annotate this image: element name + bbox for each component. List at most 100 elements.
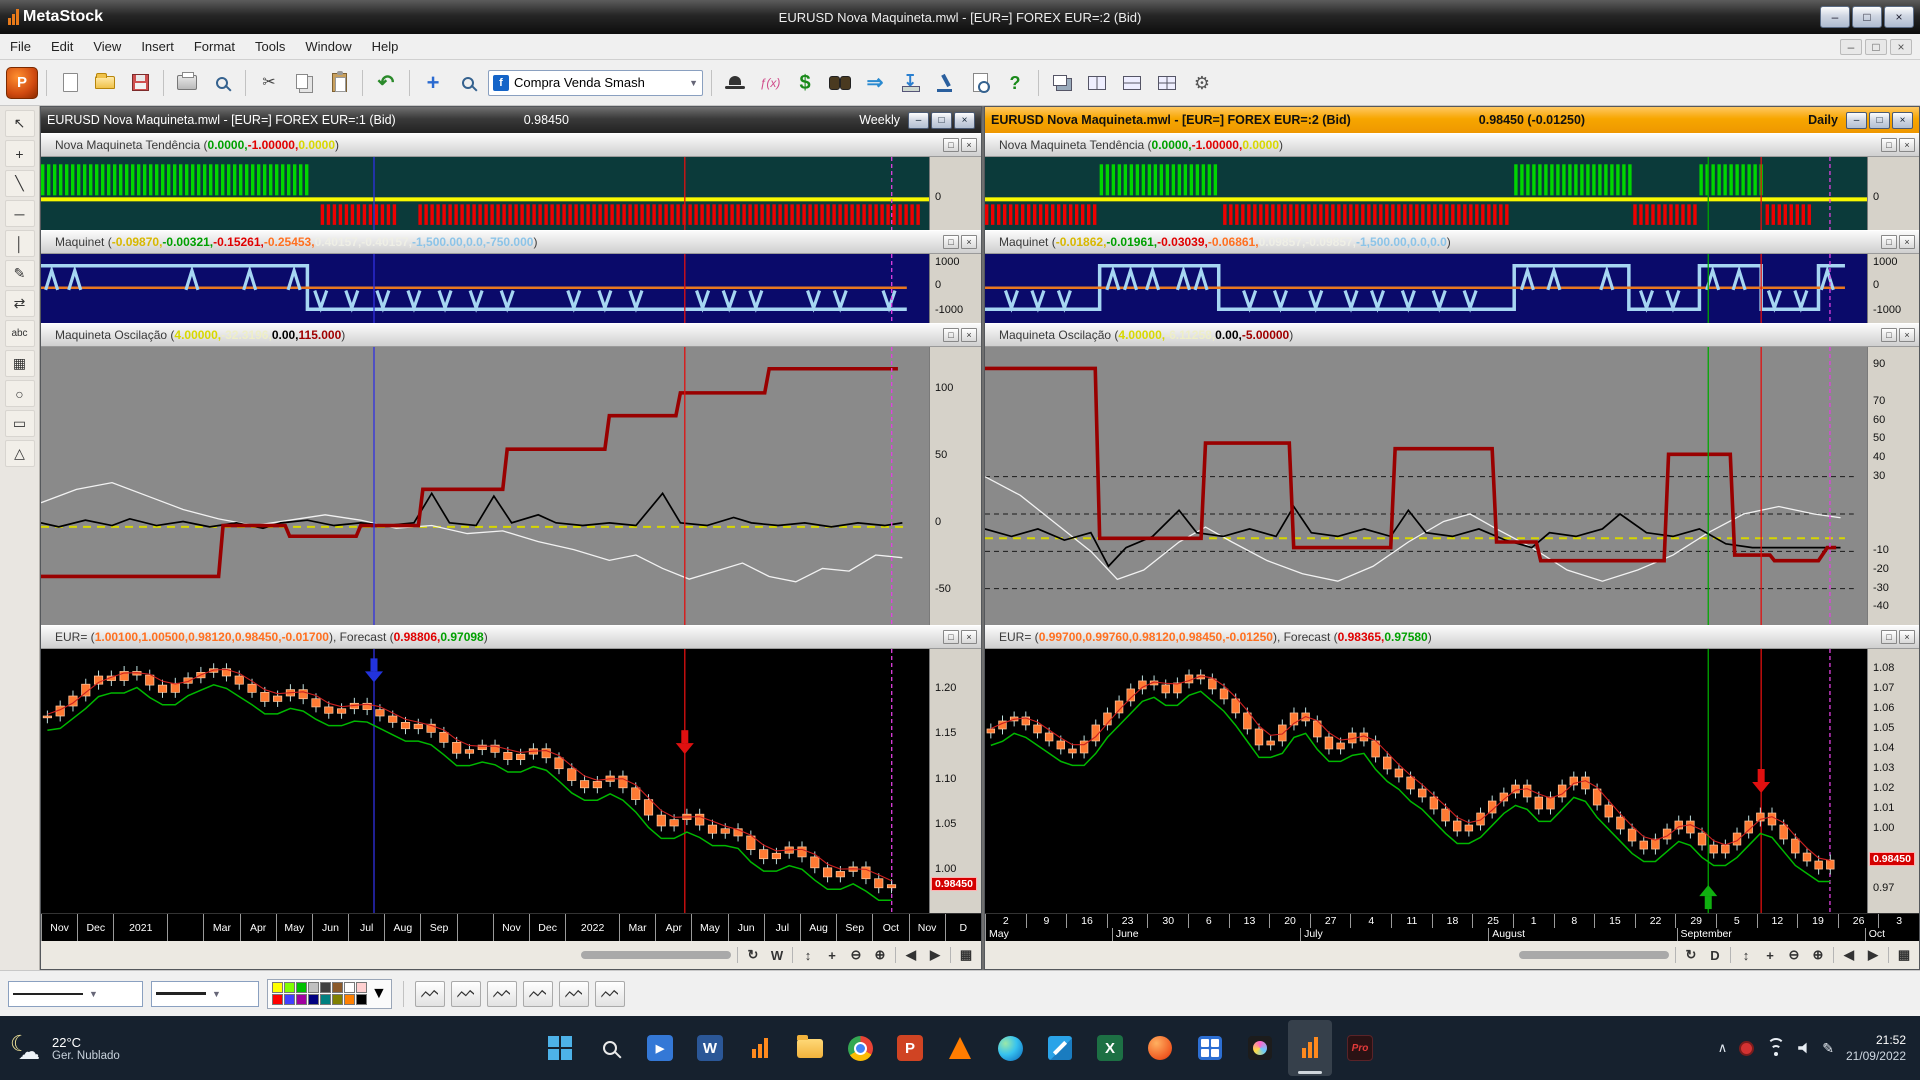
taskbar-app-metastock[interactable] <box>1288 1020 1332 1076</box>
undo-button[interactable]: ↶ <box>371 68 401 98</box>
maximize-button[interactable]: □ <box>1852 6 1882 28</box>
pane-header-3[interactable]: EUR= (1.00100, 1.00500, 0.98120, 0.98450… <box>41 625 981 649</box>
context-help-button[interactable]: ? <box>1000 68 1030 98</box>
refresh-button[interactable]: ↻ <box>1682 947 1700 963</box>
scroll-left-button[interactable]: ◀ <box>902 947 920 963</box>
mdi-restore-button[interactable]: □ <box>1865 38 1887 55</box>
close-button[interactable]: × <box>1884 6 1914 28</box>
taskbar-app-vlc[interactable] <box>938 1020 982 1076</box>
color-swatch[interactable] <box>344 982 355 993</box>
tray-app-icon[interactable] <box>1739 1040 1755 1056</box>
color-palette-dropdown[interactable]: ▼ <box>267 978 392 1009</box>
taskbar-app-photos[interactable] <box>1238 1020 1282 1076</box>
close-button[interactable]: × <box>1892 111 1913 129</box>
color-swatch[interactable] <box>344 994 355 1005</box>
trendline-tool-button[interactable]: ╲ <box>4 170 35 197</box>
color-swatch[interactable] <box>296 994 307 1005</box>
taskbar-app-excel[interactable]: X <box>1088 1020 1132 1076</box>
pane-maximize-button[interactable]: □ <box>943 328 959 342</box>
downloader-button[interactable] <box>895 68 925 98</box>
pane-canvas-1[interactable] <box>41 254 929 323</box>
scroll-right-button[interactable]: ▶ <box>1864 947 1882 963</box>
crosshair-tool-button[interactable]: + <box>4 140 35 167</box>
pane-maximize-button[interactable]: □ <box>1881 630 1897 644</box>
date-axis-right[interactable]: 2 9 16 23 30 6 13 20 27 4 11 18 25 1 8 15 22 29 5 12 19 26 3 Ma… <box>985 913 1919 941</box>
scaling-option-button[interactable] <box>522 980 553 1007</box>
taskbar-app-chart-app[interactable] <box>738 1020 782 1076</box>
cut-button[interactable]: ✂ <box>254 68 284 98</box>
pane-maximize-button[interactable]: □ <box>1881 235 1897 249</box>
pane-close-button[interactable]: × <box>1899 235 1915 249</box>
pane-canvas-2[interactable] <box>985 347 1867 625</box>
maximize-button[interactable]: □ <box>1869 111 1890 129</box>
system-tester-button[interactable]: $ <box>790 68 820 98</box>
pen-icon[interactable]: ✎ <box>1822 1040 1834 1057</box>
line-weight-dropdown[interactable]: ▼ <box>151 980 259 1007</box>
zoom-in-button[interactable]: ⊕ <box>1809 947 1827 963</box>
pane-maximize-button[interactable]: □ <box>1881 328 1897 342</box>
taskbar-app-powerpoint[interactable]: P <box>888 1020 932 1076</box>
pane-close-button[interactable]: × <box>1899 630 1915 644</box>
ellipse-tool-button[interactable]: ○ <box>4 380 35 407</box>
triangle-tool-button[interactable]: △ <box>4 440 35 467</box>
pane-header-2[interactable]: Maquineta Oscilação (4.00000, -6.11258, … <box>985 323 1919 347</box>
zoom-out-button[interactable]: ⊖ <box>1785 947 1803 963</box>
layout-button[interactable]: ▦ <box>1895 947 1913 963</box>
vertical-zoom-button[interactable]: ↕ <box>799 948 817 963</box>
menu-item-tools[interactable]: Tools <box>245 36 295 57</box>
periodicity-button[interactable]: W <box>768 948 786 963</box>
explorer-button[interactable] <box>720 68 750 98</box>
taskbar-app-pro[interactable]: Pro <box>1338 1020 1382 1076</box>
scaling-option-button[interactable] <box>594 980 625 1007</box>
mdi-close-button[interactable]: × <box>1890 38 1912 55</box>
expert-advisor-combo[interactable]: f Compra Venda Smash ▼ <box>488 69 703 96</box>
taskbar-app-media-player[interactable]: ▶ <box>638 1020 682 1076</box>
minimize-button[interactable]: – <box>1846 111 1867 129</box>
taskbar-app-chrome[interactable] <box>838 1020 882 1076</box>
refresh-button[interactable]: ↻ <box>744 947 762 963</box>
taskbar-app-vscode[interactable] <box>1038 1020 1082 1076</box>
pane-header-0[interactable]: Nova Maquineta Tendência (0.0000, -1.000… <box>985 133 1919 157</box>
open-button[interactable] <box>90 68 120 98</box>
pane-maximize-button[interactable]: □ <box>943 138 959 152</box>
grid-tool-button[interactable]: ▦ <box>4 350 35 377</box>
pane-maximize-button[interactable]: □ <box>943 235 959 249</box>
copy-button[interactable] <box>289 68 319 98</box>
pane-canvas-2[interactable] <box>41 347 929 625</box>
color-swatch[interactable] <box>272 994 283 1005</box>
cycle-tool-button[interactable]: ⇄ <box>4 290 35 317</box>
pane-header-0[interactable]: Nova Maquineta Tendência (0.0000, -1.000… <box>41 133 981 157</box>
pane-canvas-3[interactable] <box>985 649 1867 913</box>
color-swatch[interactable] <box>272 982 283 993</box>
scroll-right-button[interactable]: ▶ <box>926 947 944 963</box>
power-console-button[interactable]: P <box>6 66 38 99</box>
taskbar-app-search[interactable] <box>588 1020 632 1076</box>
color-swatch[interactable] <box>356 982 367 993</box>
save-button[interactable] <box>125 68 155 98</box>
menu-item-help[interactable]: Help <box>362 36 409 57</box>
scaling-option-button[interactable] <box>486 980 517 1007</box>
vertical-line-tool-button[interactable]: │ <box>4 230 35 257</box>
tile-grid-button[interactable] <box>1152 68 1182 98</box>
taskbar-app-edge[interactable] <box>988 1020 1032 1076</box>
pan-button[interactable]: + <box>823 948 841 963</box>
window-titlebar-left[interactable]: EURUSD Nova Maquineta.mwl - [EUR=] FOREX… <box>41 107 981 133</box>
tile-vertical-button[interactable] <box>1082 68 1112 98</box>
pan-button[interactable]: + <box>1761 948 1779 963</box>
settings-button[interactable]: ⚙ <box>1187 68 1217 98</box>
pane-canvas-3[interactable] <box>41 649 929 913</box>
scaling-option-button[interactable] <box>558 980 589 1007</box>
pane-close-button[interactable]: × <box>1899 328 1915 342</box>
scroll-left-button[interactable]: ◀ <box>1840 947 1858 963</box>
color-swatch[interactable] <box>320 994 331 1005</box>
taskbar-weather-widget[interactable]: ☾ ☁ 22°C Ger. Nublado <box>0 1031 120 1064</box>
zoom-in-button[interactable]: ⊕ <box>871 947 889 963</box>
menu-item-edit[interactable]: Edit <box>41 36 83 57</box>
color-swatch[interactable] <box>332 982 343 993</box>
pane-header-1[interactable]: Maquinet (-0.09870, -0.00321, -0.15261, … <box>41 230 981 254</box>
color-swatch[interactable] <box>296 982 307 993</box>
print-button[interactable] <box>172 68 202 98</box>
taskbar-app-browser[interactable] <box>1138 1020 1182 1076</box>
pane-header-1[interactable]: Maquinet (-0.01862, -0.01961, -0.03039, … <box>985 230 1919 254</box>
pane-header-3[interactable]: EUR= (0.99700, 0.99760, 0.98120, 0.98450… <box>985 625 1919 649</box>
